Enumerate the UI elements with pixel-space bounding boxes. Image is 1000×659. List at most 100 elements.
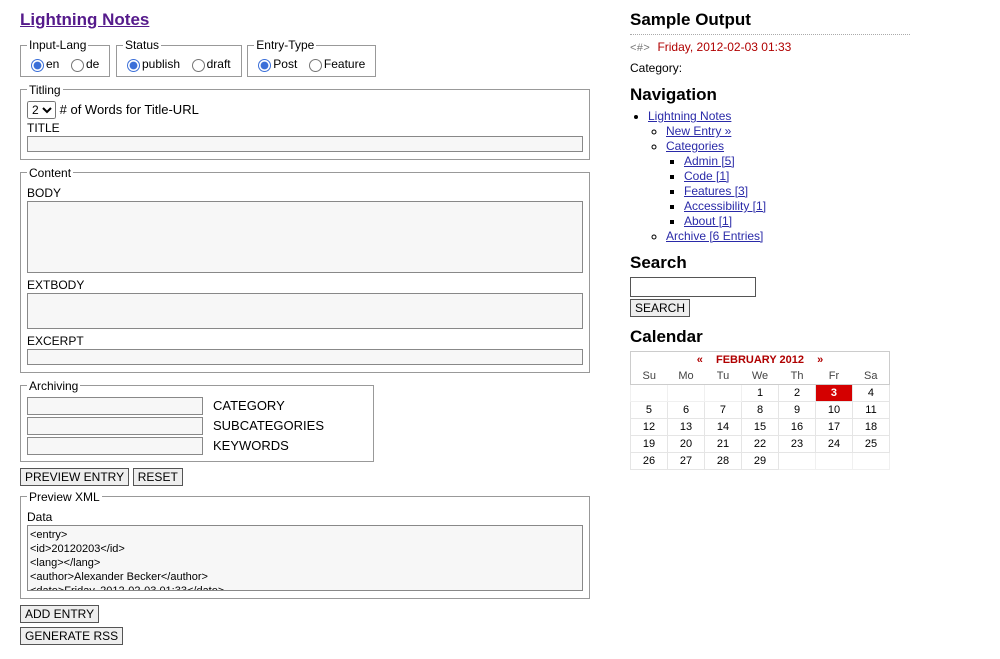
- search-heading: Search: [630, 253, 910, 273]
- lang-en-radio[interactable]: [31, 59, 44, 72]
- status-publish-radio[interactable]: [127, 59, 140, 72]
- calendar-day[interactable]: 29: [741, 453, 778, 470]
- calendar-day[interactable]: 5: [631, 402, 668, 419]
- subcategories-input[interactable]: [27, 417, 203, 435]
- calendar-day[interactable]: 27: [667, 453, 704, 470]
- calendar-day-header: Fr: [816, 368, 853, 385]
- calendar-day[interactable]: 9: [779, 402, 816, 419]
- keywords-input[interactable]: [27, 437, 203, 455]
- content-fieldset: Content BODY EXTBODY EXCERPT: [20, 166, 590, 373]
- entry-type-feature-radio[interactable]: [309, 59, 322, 72]
- content-legend: Content: [27, 166, 73, 180]
- entry-type-post-radio[interactable]: [258, 59, 271, 72]
- calendar-day[interactable]: 6: [667, 402, 704, 419]
- calendar-day[interactable]: 1: [741, 385, 778, 402]
- titling-legend: Titling: [27, 83, 63, 97]
- calendar-day[interactable]: 22: [741, 436, 778, 453]
- excerpt-label: EXCERPT: [27, 334, 583, 348]
- calendar-table: « FEBRUARY 2012 » SuMoTuWeThFrSa 1234567…: [630, 351, 890, 470]
- archiving-fieldset: Archiving CATEGORY SUBCATEGORIES KEYWORD…: [20, 379, 374, 462]
- calendar-day[interactable]: 20: [667, 436, 704, 453]
- entry-type-post-label: Post: [273, 57, 297, 71]
- calendar-day[interactable]: 25: [852, 436, 889, 453]
- nav-archive[interactable]: Archive [6 Entries]: [666, 229, 763, 243]
- nav-category-item[interactable]: Admin [5]: [684, 154, 735, 168]
- keywords-label: KEYWORDS: [213, 438, 289, 453]
- reset-button[interactable]: RESET: [133, 468, 183, 486]
- calendar-day[interactable]: 11: [852, 402, 889, 419]
- nav-category-item[interactable]: Features [3]: [684, 184, 748, 198]
- calendar-day[interactable]: 3: [816, 385, 853, 402]
- titling-fieldset: Titling 12345 # of Words for Title-URL T…: [20, 83, 590, 160]
- add-entry-button[interactable]: ADD ENTRY: [20, 605, 99, 623]
- calendar-day[interactable]: 14: [705, 419, 742, 436]
- page-title-link[interactable]: Lightning Notes: [20, 10, 149, 29]
- calendar-next[interactable]: »: [807, 354, 833, 366]
- subcategories-label: SUBCATEGORIES: [213, 418, 324, 433]
- nav-list: Lightning Notes New Entry » Categories A…: [648, 109, 910, 243]
- calendar-month: FEBRUARY 2012: [716, 354, 804, 366]
- calendar-day-header: Tu: [705, 368, 742, 385]
- entry-type-feature-label: Feature: [324, 57, 365, 71]
- calendar-day[interactable]: 7: [705, 402, 742, 419]
- preview-xml-fieldset: Preview XML Data <entry> <id>20120203</i…: [20, 490, 590, 599]
- calendar-day[interactable]: 4: [852, 385, 889, 402]
- calendar-day[interactable]: 8: [741, 402, 778, 419]
- calendar-day[interactable]: 16: [779, 419, 816, 436]
- calendar-heading: Calendar: [630, 327, 910, 347]
- nav-new-entry[interactable]: New Entry »: [666, 124, 731, 138]
- calendar-day[interactable]: 28: [705, 453, 742, 470]
- title-input[interactable]: [27, 136, 583, 152]
- calendar-prev[interactable]: «: [687, 354, 713, 366]
- calendar-day[interactable]: 18: [852, 419, 889, 436]
- word-count-select[interactable]: 12345: [27, 101, 56, 119]
- generate-rss-button[interactable]: GENERATE RSS: [20, 627, 123, 645]
- calendar-day[interactable]: 23: [779, 436, 816, 453]
- calendar-day[interactable]: 2: [779, 385, 816, 402]
- nav-categories[interactable]: Categories: [666, 139, 724, 153]
- calendar-day[interactable]: 12: [631, 419, 668, 436]
- calendar-day[interactable]: 13: [667, 419, 704, 436]
- calendar-day[interactable]: 15: [741, 419, 778, 436]
- lang-en-label: en: [46, 57, 59, 71]
- calendar-day-header: Th: [779, 368, 816, 385]
- input-lang-legend: Input-Lang: [27, 38, 88, 52]
- calendar-day-header: Su: [631, 368, 668, 385]
- preview-xml-textarea[interactable]: <entry> <id>20120203</id> <lang></lang> …: [27, 525, 583, 591]
- entry-icon: <#>: [630, 43, 650, 55]
- title-label: TITLE: [27, 121, 583, 135]
- preview-entry-button[interactable]: PREVIEW ENTRY: [20, 468, 129, 486]
- nav-category-item[interactable]: Accessibility [1]: [684, 199, 766, 213]
- search-button[interactable]: SEARCH: [630, 299, 690, 317]
- preview-xml-data-label: Data: [27, 510, 583, 524]
- lang-de-radio[interactable]: [71, 59, 84, 72]
- calendar-day[interactable]: 24: [816, 436, 853, 453]
- calendar-day-header: Sa: [852, 368, 889, 385]
- calendar-day[interactable]: 10: [816, 402, 853, 419]
- category-input[interactable]: [27, 397, 203, 415]
- archiving-legend: Archiving: [27, 379, 80, 393]
- entry-type-fieldset: Entry-Type Post Feature: [247, 38, 376, 77]
- calendar-day[interactable]: 26: [631, 453, 668, 470]
- calendar-day[interactable]: 17: [816, 419, 853, 436]
- excerpt-textarea[interactable]: [27, 349, 583, 365]
- nav-category-item[interactable]: Code [1]: [684, 169, 729, 183]
- preview-xml-legend: Preview XML: [27, 490, 102, 504]
- entry-type-legend: Entry-Type: [254, 38, 316, 52]
- search-input[interactable]: [630, 277, 756, 297]
- status-draft-label: draft: [207, 57, 231, 71]
- status-fieldset: Status publish draft: [116, 38, 242, 77]
- nav-category-item[interactable]: About [1]: [684, 214, 732, 228]
- body-textarea[interactable]: [27, 201, 583, 273]
- lang-de-label: de: [86, 57, 99, 71]
- navigation-heading: Navigation: [630, 85, 910, 105]
- nav-lightning-notes[interactable]: Lightning Notes: [648, 109, 731, 123]
- calendar-day[interactable]: 19: [631, 436, 668, 453]
- extbody-textarea[interactable]: [27, 293, 583, 329]
- status-draft-radio[interactable]: [192, 59, 205, 72]
- extbody-label: EXTBODY: [27, 278, 583, 292]
- page-title: Lightning Notes: [20, 10, 590, 30]
- sample-date: Friday, 2012-02-03 01:33: [657, 40, 791, 54]
- status-publish-label: publish: [142, 57, 180, 71]
- calendar-day[interactable]: 21: [705, 436, 742, 453]
